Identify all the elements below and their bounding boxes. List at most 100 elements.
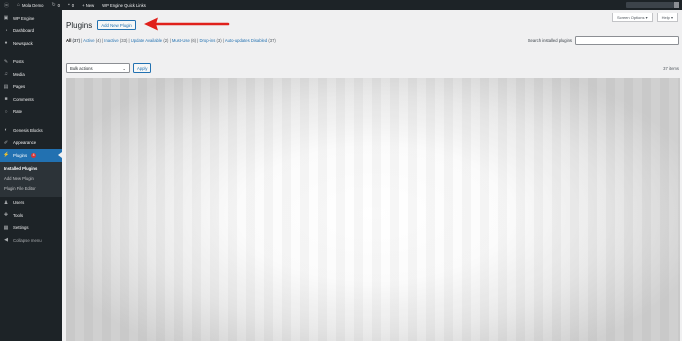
filter-active[interactable]: Active (4): [83, 38, 101, 43]
sidebar-item-label: Settings: [13, 225, 29, 231]
pushpin-icon: ✎: [3, 58, 9, 65]
sidebar-item-users[interactable]: ♟ Users: [0, 197, 62, 210]
genesis-icon: ◐: [4, 127, 8, 134]
submenu-installed-plugins[interactable]: Installed Plugins: [0, 164, 62, 174]
filter-inactive[interactable]: Inactive (33): [104, 38, 127, 43]
sidebar-item-label: Plugins: [13, 152, 28, 158]
brush-icon: ✐: [3, 139, 9, 146]
newspack-icon: ●: [4, 40, 8, 47]
sidebar-item-plugins[interactable]: ⚡ Plugins 4: [0, 149, 62, 162]
help-button[interactable]: Help ▾: [656, 13, 678, 22]
filter-label: All: [66, 38, 72, 43]
wordpress-logo-button[interactable]: ⓦ: [0, 0, 13, 10]
add-new-plugin-button[interactable]: Add New Plugin: [97, 20, 136, 30]
comments-link[interactable]: ▪ 0: [64, 0, 78, 10]
sidebar-item-label: Newspack: [13, 40, 33, 46]
filter-label: Update Available: [130, 38, 163, 43]
submenu-add-new-plugin[interactable]: Add New Plugin: [0, 174, 62, 184]
admin-sidebar: ▣ WP Engine ◔ Dashboard ● Newspack ✎ Posts ♫…: [0, 10, 62, 341]
sidebar-item-wp-engine[interactable]: ▣ WP Engine: [0, 12, 62, 25]
new-content-link[interactable]: + New: [78, 0, 98, 10]
sidebar-item-comments[interactable]: ■ Comments: [0, 93, 62, 106]
collapse-icon: ◀: [4, 237, 8, 244]
sidebar-item-pages[interactable]: ▤ Pages: [0, 81, 62, 94]
sidebar-item-label: Tools: [13, 212, 24, 218]
sidebar-item-label: Genesis Blocks: [13, 127, 43, 133]
page-title: Plugins: [66, 20, 93, 30]
sidebar-item-label: Pages: [13, 84, 26, 90]
main-content: Screen Options ▾ Help ▾ Plugins Add New …: [62, 10, 682, 341]
bulk-actions-bar: Bulk actions ⌄ Apply: [66, 63, 152, 73]
filter-label: Drop-ins: [199, 38, 216, 43]
submenu-plugin-file-editor[interactable]: Plugin File Editor: [0, 184, 62, 194]
plugins-table-blurred: [66, 78, 680, 341]
quick-links-label: WP Engine Quick Links: [102, 2, 146, 8]
plugins-submenu: Installed Plugins Add New Plugin Plugin …: [0, 161, 62, 197]
plugin-status-filters: All (37) | Active (4) | Inactive (33) | …: [66, 38, 276, 43]
updates-icon: ↻: [51, 2, 56, 8]
sidebar-item-label: Rate: [13, 109, 23, 115]
screen-options-button[interactable]: Screen Options ▾: [611, 13, 653, 22]
filter-auto-updates-disabled[interactable]: Auto-updates Disabled (37): [225, 38, 276, 43]
filter-all[interactable]: All (37): [66, 38, 80, 43]
sidebar-item-settings[interactable]: ▦ Settings: [0, 222, 62, 235]
sidebar-item-label: Appearance: [13, 140, 37, 146]
plugins-update-badge: 4: [31, 152, 37, 158]
sidebar-item-label: WP Engine: [13, 15, 35, 21]
new-label: + New: [82, 2, 95, 8]
screen-meta-links: Screen Options ▾ Help ▾: [611, 13, 678, 22]
site-name: Mola Demo: [22, 2, 44, 8]
apply-button[interactable]: Apply: [133, 63, 152, 73]
users-icon: ♟: [3, 199, 9, 206]
search-label: Search installed plugins: [527, 38, 572, 43]
dashboard-icon: ◔: [4, 27, 8, 34]
collapse-label: Collapse menu: [13, 237, 42, 243]
sidebar-item-label: Users: [13, 200, 25, 206]
collapse-menu-button[interactable]: ◀ Collapse menu: [0, 234, 62, 247]
bulk-actions-value: Bulk actions: [70, 65, 93, 71]
chevron-down-icon: ⌄: [122, 65, 126, 71]
bulk-actions-select[interactable]: Bulk actions ⌄: [66, 63, 130, 73]
sidebar-item-newspack[interactable]: ● Newspack: [0, 37, 62, 50]
settings-icon: ▦: [3, 224, 9, 231]
filter-label: Auto-updates Disabled: [224, 38, 268, 43]
sidebar-item-genesis-blocks[interactable]: ◐ Genesis Blocks: [0, 124, 62, 137]
sidebar-item-dashboard[interactable]: ◔ Dashboard: [0, 25, 62, 38]
site-name-link[interactable]: ⌂ Mola Demo: [13, 0, 47, 10]
filter-count: (37): [72, 38, 80, 43]
sidebar-item-label: Posts: [13, 59, 24, 65]
search-input[interactable]: [575, 36, 679, 45]
filter-label: Active: [83, 38, 95, 43]
wp-engine-quick-links[interactable]: WP Engine Quick Links: [98, 0, 150, 10]
wrench-icon: ✚: [3, 212, 9, 219]
updates-count: 0: [57, 2, 61, 8]
sidebar-item-rate[interactable]: ○ Rate: [0, 106, 62, 119]
plugin-search-box: Search installed plugins: [528, 36, 679, 45]
sidebar-item-appearance[interactable]: ✐ Appearance: [0, 137, 62, 150]
comment-icon: ▪: [68, 2, 70, 8]
wp-engine-icon: ▣: [3, 15, 9, 22]
filter-drop-ins[interactable]: Drop-ins (3): [200, 38, 222, 43]
sidebar-item-posts[interactable]: ✎ Posts: [0, 56, 62, 69]
rate-icon: ○: [4, 108, 8, 115]
avatar[interactable]: [674, 2, 679, 8]
home-icon: ⌂: [17, 2, 21, 8]
comment-icon: ■: [4, 96, 8, 103]
filter-label: Inactive: [104, 38, 119, 43]
filter-count: (37): [268, 38, 276, 43]
admin-bar: ⓦ ⌂ Mola Demo ↻ 0 ▪ 0 + New WP Engine Quick…: [0, 0, 682, 10]
comments-count: 0: [71, 2, 75, 8]
account-greeting[interactable]: [626, 2, 674, 8]
filter-update-available[interactable]: Update Available (2): [131, 38, 169, 43]
plugin-icon: ⚡: [3, 152, 10, 159]
annotation-arrow: [144, 17, 230, 31]
sidebar-item-label: Dashboard: [13, 28, 35, 34]
wordpress-icon: ⓦ: [4, 2, 10, 9]
page-header: Plugins Add New Plugin: [66, 20, 136, 30]
sidebar-item-media[interactable]: ♫ Media: [0, 68, 62, 81]
updates-link[interactable]: ↻ 0: [47, 0, 64, 10]
filter-label: Must-Use: [171, 38, 190, 43]
sidebar-item-tools[interactable]: ✚ Tools: [0, 209, 62, 222]
sidebar-item-label: Comments: [13, 96, 34, 102]
filter-must-use[interactable]: Must-Use (6): [172, 38, 196, 43]
